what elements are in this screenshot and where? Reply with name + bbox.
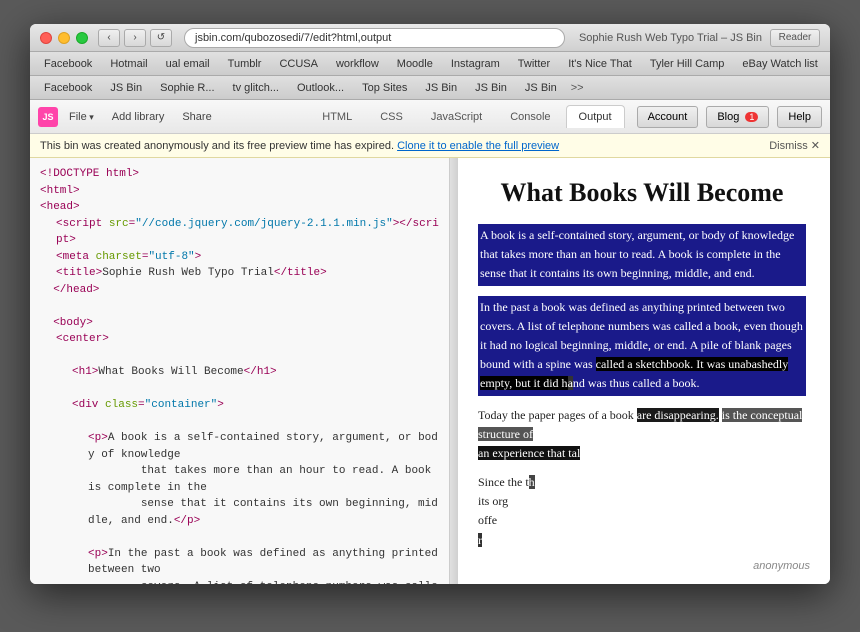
bookmark2-jsbin[interactable]: JS Bin (102, 80, 150, 96)
preview-paragraph-1: A book is a self-contained story, argume… (478, 224, 806, 286)
traffic-lights (40, 32, 88, 44)
forward-button[interactable]: › (124, 29, 146, 47)
resize-handle[interactable] (450, 158, 458, 584)
bookmarks-bar-1: Facebook Hotmail ual email Tumblr CCUSA … (30, 52, 830, 76)
code-line-blank1 (40, 298, 439, 315)
code-line-blank3 (40, 381, 439, 398)
code-line-script: <script src="//code.jquery.com/jquery-2.… (40, 216, 439, 249)
preview-paragraph-4: Since the th its org offe r (478, 473, 806, 550)
code-line-h1: <h1>What Books Will Become</h1> (40, 364, 439, 381)
bookmark-instagram[interactable]: Instagram (443, 56, 508, 72)
address-bar[interactable]: jsbin.com/qubozosedi/7/edit?html,output (184, 28, 565, 48)
clone-link[interactable]: Clone it to enable the full preview (397, 140, 559, 152)
alert-text: This bin was created anonymously and its… (40, 140, 559, 152)
tab-output[interactable]: Output (566, 105, 625, 128)
bookmark2-topsites[interactable]: Top Sites (354, 80, 415, 96)
bookmark2-jsbin2[interactable]: JS Bin (417, 80, 465, 96)
share-menu[interactable]: Share (177, 108, 216, 126)
jsbin-toolbar: JS File Add library Share HTML CSS JavaS… (30, 100, 830, 134)
browser-window: ‹ › ↺ jsbin.com/qubozosedi/7/edit?html,o… (30, 24, 830, 584)
jsbin-tabs: HTML CSS JavaScript Console Output (309, 105, 624, 128)
code-line-meta: <meta charset="utf-8"> (40, 249, 439, 266)
bookmark2-jsbin3[interactable]: JS Bin (467, 80, 515, 96)
alert-bar: This bin was created anonymously and its… (30, 134, 830, 158)
bookmark-workflow[interactable]: workflow (328, 56, 387, 72)
dismiss-button[interactable]: Dismiss ✕ (769, 139, 820, 152)
code-line-title: <title>Sophie Rush Web Typo Trial</title… (40, 265, 439, 282)
tab-css[interactable]: CSS (367, 105, 416, 128)
minimize-button[interactable] (58, 32, 70, 44)
tab-javascript[interactable]: JavaScript (418, 105, 495, 128)
bookmark-ccusa[interactable]: CCUSA (271, 56, 326, 72)
code-line-body: <body> (40, 315, 439, 332)
bookmark2-tvglitch[interactable]: tv glitch... (225, 80, 287, 96)
code-line-doctype: <!DOCTYPE html> (40, 166, 439, 183)
page-title: Sophie Rush Web Typo Trial – JS Bin (579, 32, 762, 44)
preview-paragraph-3: Today the paper pages of a book are disa… (478, 406, 806, 464)
bookmark-ual[interactable]: ual email (158, 56, 218, 72)
close-button[interactable] (40, 32, 52, 44)
bookmark2-jsbin4[interactable]: JS Bin (517, 80, 565, 96)
code-line-div: <div class="container"> (40, 397, 439, 414)
code-line-html: <html> (40, 183, 439, 200)
account-button[interactable]: Account (637, 106, 699, 128)
tab-console[interactable]: Console (497, 105, 563, 128)
titlebar: ‹ › ↺ jsbin.com/qubozosedi/7/edit?html,o… (30, 24, 830, 52)
jsbin-logo: JS (38, 107, 58, 127)
reload-button[interactable]: ↺ (150, 29, 172, 47)
nav-buttons: ‹ › ↺ (98, 29, 172, 47)
code-line-blank2 (40, 348, 439, 365)
code-line-head: <head> (40, 199, 439, 216)
anonymous-label: anonymous (753, 560, 810, 572)
bookmark-tyler[interactable]: Tyler Hill Camp (642, 56, 733, 72)
bookmark2-outlook[interactable]: Outlook... (289, 80, 352, 96)
preview-heading: What Books Will Become (478, 178, 806, 208)
back-button[interactable]: ‹ (98, 29, 120, 47)
bookmarks-bar-2: Facebook JS Bin Sophie R... tv glitch...… (30, 76, 830, 100)
tab-html[interactable]: HTML (309, 105, 365, 128)
url-text: jsbin.com/qubozosedi/7/edit?html,output (195, 32, 391, 44)
code-line-endhead: </head> (40, 282, 439, 299)
code-line-p1: <p>A book is a self-contained story, arg… (40, 430, 439, 529)
code-panel[interactable]: <!DOCTYPE html> <html> <head> <script sr… (30, 158, 450, 584)
bookmark2-facebook[interactable]: Facebook (36, 80, 100, 96)
bookmark2-sophie[interactable]: Sophie R... (152, 80, 222, 96)
preview-content: What Books Will Become A book is a self-… (478, 178, 806, 550)
bookmark-moodle[interactable]: Moodle (389, 56, 441, 72)
code-line-p2: <p>In the past a book was defined as any… (40, 546, 439, 585)
bookmark-ebay[interactable]: eBay Watch list (734, 56, 825, 72)
bookmark-interior[interactable]: Interior & (828, 56, 830, 72)
jsbin-right-menu: Account Blog 1 Help (637, 106, 822, 128)
bookmark-tumblr[interactable]: Tumblr (220, 56, 270, 72)
blog-badge: 1 (745, 112, 758, 122)
jsbin-menu: File Add library Share (64, 108, 217, 126)
alert-message: This bin was created anonymously and its… (40, 140, 394, 152)
preview-paragraph-2: In the past a book was defined as anythi… (478, 296, 806, 396)
add-library-menu[interactable]: Add library (107, 108, 170, 126)
file-menu[interactable]: File (64, 108, 99, 126)
bookmark-nice-that[interactable]: It's Nice That (560, 56, 640, 72)
bookmark-twitter[interactable]: Twitter (510, 56, 558, 72)
code-line-blank5 (40, 529, 439, 546)
bookmark-facebook[interactable]: Facebook (36, 56, 100, 72)
blog-button[interactable]: Blog 1 (706, 106, 769, 128)
preview-panel: What Books Will Become A book is a self-… (458, 158, 830, 584)
bookmark-hotmail[interactable]: Hotmail (102, 56, 155, 72)
help-button[interactable]: Help (777, 106, 822, 128)
jsbin-logo-icon: JS (38, 107, 58, 127)
code-line-center: <center> (40, 331, 439, 348)
maximize-button[interactable] (76, 32, 88, 44)
bookmarks2-expand[interactable]: >> (567, 80, 588, 96)
reader-button[interactable]: Reader (770, 29, 820, 47)
main-content: <!DOCTYPE html> <html> <head> <script sr… (30, 158, 830, 584)
code-line-blank4 (40, 414, 439, 431)
